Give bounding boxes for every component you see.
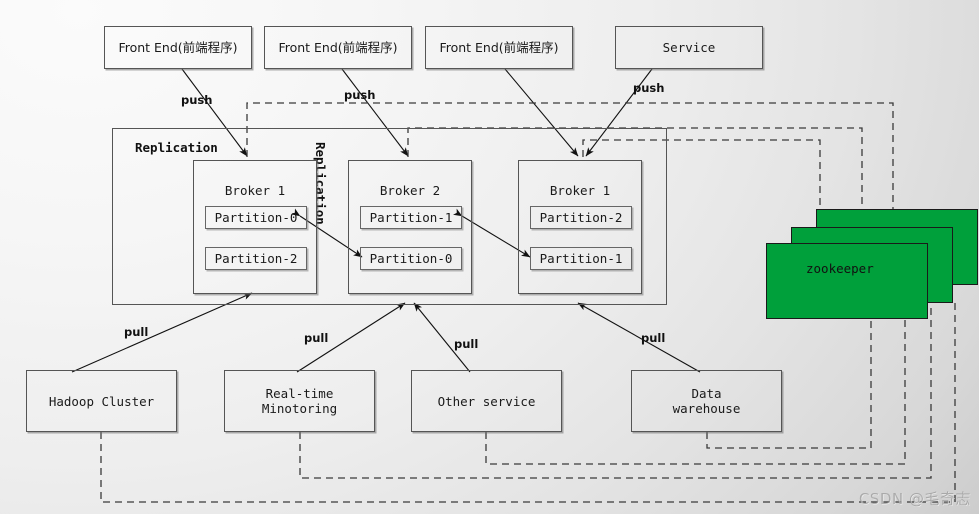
producer-service[interactable]: Service [615, 26, 763, 69]
producer-front-end-2-label: Front End(前端程序) [278, 40, 398, 55]
producer-front-end-3[interactable]: Front End(前端程序) [425, 26, 573, 69]
broker-1-title: Broker 1 [224, 183, 286, 198]
broker-1-partition-0[interactable]: Partition-0 [205, 206, 307, 229]
pull-label-3: pull [454, 337, 479, 351]
broker-3-partition-1[interactable]: Partition-1 [530, 247, 632, 270]
broker-3-partition-2[interactable]: Partition-2 [530, 206, 632, 229]
broker-1[interactable]: Broker 1 Partition-0 Partition-2 [193, 160, 317, 294]
broker-3-title: Broker 1 [549, 183, 611, 198]
consumer-data-warehouse-line2: warehouse [672, 401, 741, 416]
broker-2[interactable]: Broker 2 Partition-1 Partition-0 [348, 160, 472, 294]
producer-front-end-2[interactable]: Front End(前端程序) [264, 26, 412, 69]
pull-label-4: pull [641, 331, 666, 345]
consumer-real-time-monitoring-line2: Minotoring [261, 401, 338, 416]
consumer-hadoop-cluster-label: Hadoop Cluster [48, 393, 155, 409]
zookeeper-label: zookeeper [806, 261, 874, 276]
zookeeper-instance-1[interactable] [766, 243, 928, 319]
broker-3[interactable]: Broker 1 Partition-2 Partition-1 [518, 160, 642, 294]
consumer-data-warehouse-line1: Data [691, 386, 722, 401]
broker-1-partition-2[interactable]: Partition-2 [205, 247, 307, 270]
broker-2-partition-0[interactable]: Partition-0 [360, 247, 462, 270]
replication-group-label: Replication [135, 140, 218, 155]
consumer-hadoop-cluster[interactable]: Hadoop Cluster [26, 370, 177, 432]
consumer-real-time-monitoring[interactable]: Real-time Minotoring [224, 370, 375, 432]
push-label-3: push [633, 81, 665, 95]
producer-front-end-1-label: Front End(前端程序) [118, 40, 238, 55]
push-label-2: push [344, 88, 376, 102]
consumer-data-warehouse[interactable]: Data warehouse [631, 370, 782, 432]
push-label-1: push [181, 93, 213, 107]
broker-2-title: Broker 2 [379, 183, 441, 198]
consumer-other-service[interactable]: Other service [411, 370, 562, 432]
producer-front-end-1[interactable]: Front End(前端程序) [104, 26, 252, 69]
broker-2-partition-1[interactable]: Partition-1 [360, 206, 462, 229]
consumer-other-service-label: Other service [437, 393, 536, 409]
consumer-real-time-monitoring-line1: Real-time [265, 386, 334, 401]
producer-service-label: Service [662, 40, 716, 55]
csdn-watermark: CSDN @毛奇志 [858, 490, 971, 508]
pull-label-1: pull [124, 325, 149, 339]
pull-label-2: pull [304, 331, 329, 345]
producer-front-end-3-label: Front End(前端程序) [439, 40, 559, 55]
diagram-canvas: Front End(前端程序) Front End(前端程序) Front En… [0, 0, 979, 514]
